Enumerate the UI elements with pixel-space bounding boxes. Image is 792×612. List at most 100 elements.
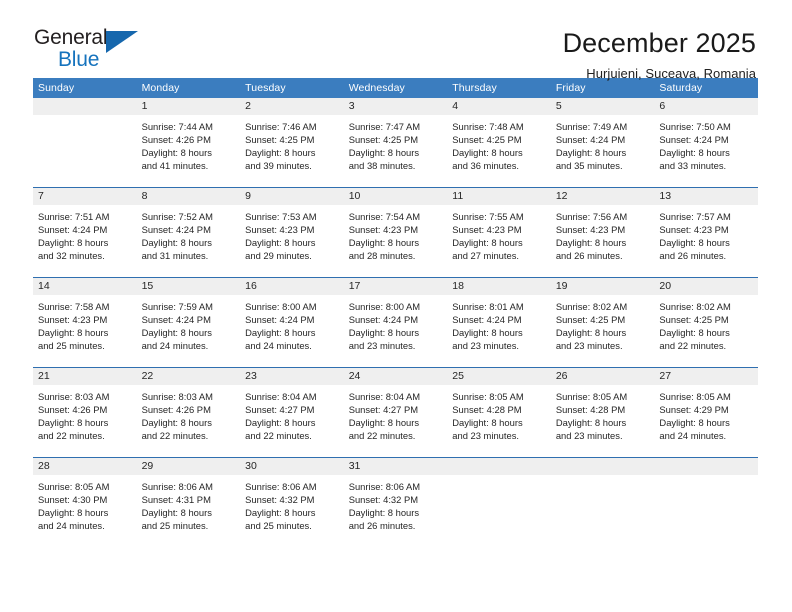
sunrise-line: Sunrise: 8:00 AM bbox=[245, 301, 317, 312]
day-number[interactable]: 27 bbox=[654, 368, 758, 385]
day-number[interactable]: 16 bbox=[240, 278, 344, 295]
sunrise-line: Sunrise: 8:03 AM bbox=[38, 391, 110, 402]
day-cell[interactable]: Sunrise: 7:58 AM Sunset: 4:23 PM Dayligh… bbox=[33, 295, 137, 367]
day-cell[interactable]: Sunrise: 7:52 AM Sunset: 4:24 PM Dayligh… bbox=[137, 205, 241, 277]
daylight-line-2: and 22 minutes. bbox=[38, 430, 105, 442]
sunset-line: Sunset: 4:25 PM bbox=[452, 134, 522, 146]
day-cell[interactable]: Sunrise: 8:01 AM Sunset: 4:24 PM Dayligh… bbox=[447, 295, 551, 367]
day-number[interactable] bbox=[33, 98, 137, 115]
day-cell[interactable]: Sunrise: 7:50 AM Sunset: 4:24 PM Dayligh… bbox=[654, 115, 758, 187]
logo-text-general: General bbox=[34, 26, 108, 49]
day-number[interactable]: 19 bbox=[551, 278, 655, 295]
day-number[interactable]: 26 bbox=[551, 368, 655, 385]
day-number[interactable]: 29 bbox=[137, 458, 241, 475]
day-number[interactable]: 17 bbox=[344, 278, 448, 295]
weekday-monday: Monday bbox=[141, 82, 180, 94]
day-cell[interactable]: Sunrise: 7:55 AM Sunset: 4:23 PM Dayligh… bbox=[447, 205, 551, 277]
day-number[interactable]: 3 bbox=[344, 98, 448, 115]
day-number[interactable]: 7 bbox=[33, 188, 137, 205]
day-cell[interactable]: Sunrise: 8:06 AM Sunset: 4:31 PM Dayligh… bbox=[137, 475, 241, 547]
day-number[interactable] bbox=[654, 458, 758, 475]
daylight-line-2: and 33 minutes. bbox=[659, 160, 727, 172]
daylight-line: Daylight: 8 hours bbox=[141, 147, 212, 159]
daylight-line: Daylight: 8 hours bbox=[659, 417, 730, 429]
daylight-line-2: and 26 minutes. bbox=[555, 250, 623, 262]
day-number[interactable]: 28 bbox=[33, 458, 137, 475]
day-number[interactable]: 9 bbox=[240, 188, 344, 205]
sunset-line: Sunset: 4:23 PM bbox=[245, 224, 315, 236]
daylight-line-2: and 25 minutes. bbox=[141, 520, 209, 532]
day-cell[interactable]: Sunrise: 7:54 AM Sunset: 4:23 PM Dayligh… bbox=[344, 205, 448, 277]
day-number[interactable]: 5 bbox=[551, 98, 655, 115]
daylight-line: Daylight: 8 hours bbox=[141, 327, 212, 339]
day-cell[interactable]: Sunrise: 8:03 AM Sunset: 4:26 PM Dayligh… bbox=[137, 385, 241, 457]
day-cell[interactable]: Sunrise: 8:04 AM Sunset: 4:27 PM Dayligh… bbox=[344, 385, 448, 457]
day-number[interactable]: 12 bbox=[551, 188, 655, 205]
day-number[interactable]: 25 bbox=[447, 368, 551, 385]
day-cell[interactable]: Sunrise: 7:47 AM Sunset: 4:25 PM Dayligh… bbox=[344, 115, 448, 187]
daylight-line-2: and 23 minutes. bbox=[452, 430, 519, 442]
day-cell[interactable]: Sunrise: 7:57 AM Sunset: 4:23 PM Dayligh… bbox=[654, 205, 758, 277]
day-cell[interactable]: Sunrise: 7:51 AM Sunset: 4:24 PM Dayligh… bbox=[33, 205, 137, 277]
day-cell[interactable]: Sunrise: 8:02 AM Sunset: 4:25 PM Dayligh… bbox=[654, 295, 758, 367]
day-number[interactable]: 22 bbox=[137, 368, 241, 385]
day-number[interactable]: 1 bbox=[137, 98, 241, 115]
day-number[interactable]: 23 bbox=[240, 368, 344, 385]
daylight-line: Daylight: 8 hours bbox=[555, 237, 627, 249]
sunset-line: Sunset: 4:23 PM bbox=[555, 224, 626, 236]
day-cell[interactable]: Sunrise: 8:06 AM Sunset: 4:32 PM Dayligh… bbox=[240, 475, 344, 547]
day-cell[interactable]: Sunrise: 8:05 AM Sunset: 4:30 PM Dayligh… bbox=[33, 475, 137, 547]
day-cell[interactable]: Sunrise: 8:03 AM Sunset: 4:26 PM Dayligh… bbox=[33, 385, 137, 457]
daylight-line: Daylight: 8 hours bbox=[141, 417, 212, 429]
day-number[interactable]: 21 bbox=[33, 368, 137, 385]
day-number[interactable]: 10 bbox=[344, 188, 448, 205]
day-cell[interactable] bbox=[654, 475, 758, 547]
day-cell[interactable]: Sunrise: 8:04 AM Sunset: 4:27 PM Dayligh… bbox=[240, 385, 344, 457]
sunrise-line: Sunrise: 7:50 AM bbox=[659, 121, 731, 132]
sunset-line: Sunset: 4:23 PM bbox=[659, 224, 729, 236]
day-cell[interactable]: Sunrise: 8:05 AM Sunset: 4:28 PM Dayligh… bbox=[551, 385, 655, 457]
day-cell[interactable]: Sunrise: 7:53 AM Sunset: 4:23 PM Dayligh… bbox=[240, 205, 344, 277]
day-number[interactable] bbox=[551, 458, 655, 475]
day-cell[interactable]: Sunrise: 8:06 AM Sunset: 4:32 PM Dayligh… bbox=[344, 475, 448, 547]
day-cell[interactable] bbox=[551, 475, 655, 547]
week-detail-band: Sunrise: 8:03 AM Sunset: 4:26 PM Dayligh… bbox=[33, 385, 758, 457]
calendar-page: General Blue December 2025 Hurjuieni, Su… bbox=[0, 0, 792, 612]
day-number[interactable]: 13 bbox=[654, 188, 758, 205]
day-number[interactable]: 11 bbox=[447, 188, 551, 205]
day-cell[interactable]: Sunrise: 7:49 AM Sunset: 4:24 PM Dayligh… bbox=[551, 115, 655, 187]
day-cell[interactable] bbox=[33, 115, 137, 187]
sunrise-line: Sunrise: 8:02 AM bbox=[659, 301, 731, 312]
day-number[interactable]: 4 bbox=[447, 98, 551, 115]
day-number[interactable]: 24 bbox=[344, 368, 448, 385]
day-number[interactable]: 15 bbox=[137, 278, 241, 295]
daylight-line: Daylight: 8 hours bbox=[348, 147, 420, 159]
day-cell[interactable]: Sunrise: 7:46 AM Sunset: 4:25 PM Dayligh… bbox=[240, 115, 344, 187]
day-number[interactable]: 2 bbox=[240, 98, 344, 115]
day-cell[interactable]: Sunrise: 8:00 AM Sunset: 4:24 PM Dayligh… bbox=[240, 295, 344, 367]
day-cell[interactable]: Sunrise: 7:56 AM Sunset: 4:23 PM Dayligh… bbox=[551, 205, 655, 277]
day-cell[interactable]: Sunrise: 8:02 AM Sunset: 4:25 PM Dayligh… bbox=[551, 295, 655, 367]
day-number[interactable]: 6 bbox=[654, 98, 758, 115]
day-cell[interactable]: Sunrise: 8:00 AM Sunset: 4:24 PM Dayligh… bbox=[344, 295, 448, 367]
day-cell[interactable]: Sunrise: 7:44 AM Sunset: 4:26 PM Dayligh… bbox=[137, 115, 241, 187]
week-daynumber-band: 14 15 16 17 18 19 20 bbox=[33, 278, 758, 295]
week-detail-band: Sunrise: 7:44 AM Sunset: 4:26 PM Dayligh… bbox=[33, 115, 758, 187]
day-number[interactable]: 8 bbox=[137, 188, 241, 205]
sunrise-line: Sunrise: 8:04 AM bbox=[245, 391, 317, 402]
day-number[interactable]: 30 bbox=[240, 458, 344, 475]
day-cell[interactable]: Sunrise: 8:05 AM Sunset: 4:28 PM Dayligh… bbox=[447, 385, 551, 457]
title-block: December 2025 Hurjuieni, Suceava, Romani… bbox=[563, 26, 756, 81]
day-number[interactable]: 14 bbox=[33, 278, 137, 295]
day-cell[interactable]: Sunrise: 7:48 AM Sunset: 4:25 PM Dayligh… bbox=[447, 115, 551, 187]
day-cell[interactable]: Sunrise: 8:05 AM Sunset: 4:29 PM Dayligh… bbox=[654, 385, 758, 457]
day-cell[interactable]: Sunrise: 7:59 AM Sunset: 4:24 PM Dayligh… bbox=[137, 295, 241, 367]
day-number[interactable]: 31 bbox=[344, 458, 448, 475]
week-row: 14 15 16 17 18 19 20 Sunrise: 7:58 AM Su… bbox=[33, 278, 758, 368]
day-number[interactable]: 18 bbox=[447, 278, 551, 295]
daylight-line-2: and 23 minutes. bbox=[348, 340, 416, 352]
day-number[interactable] bbox=[447, 458, 551, 475]
day-number[interactable]: 20 bbox=[654, 278, 758, 295]
sunrise-line: Sunrise: 7:52 AM bbox=[141, 211, 213, 222]
day-cell[interactable] bbox=[447, 475, 551, 547]
